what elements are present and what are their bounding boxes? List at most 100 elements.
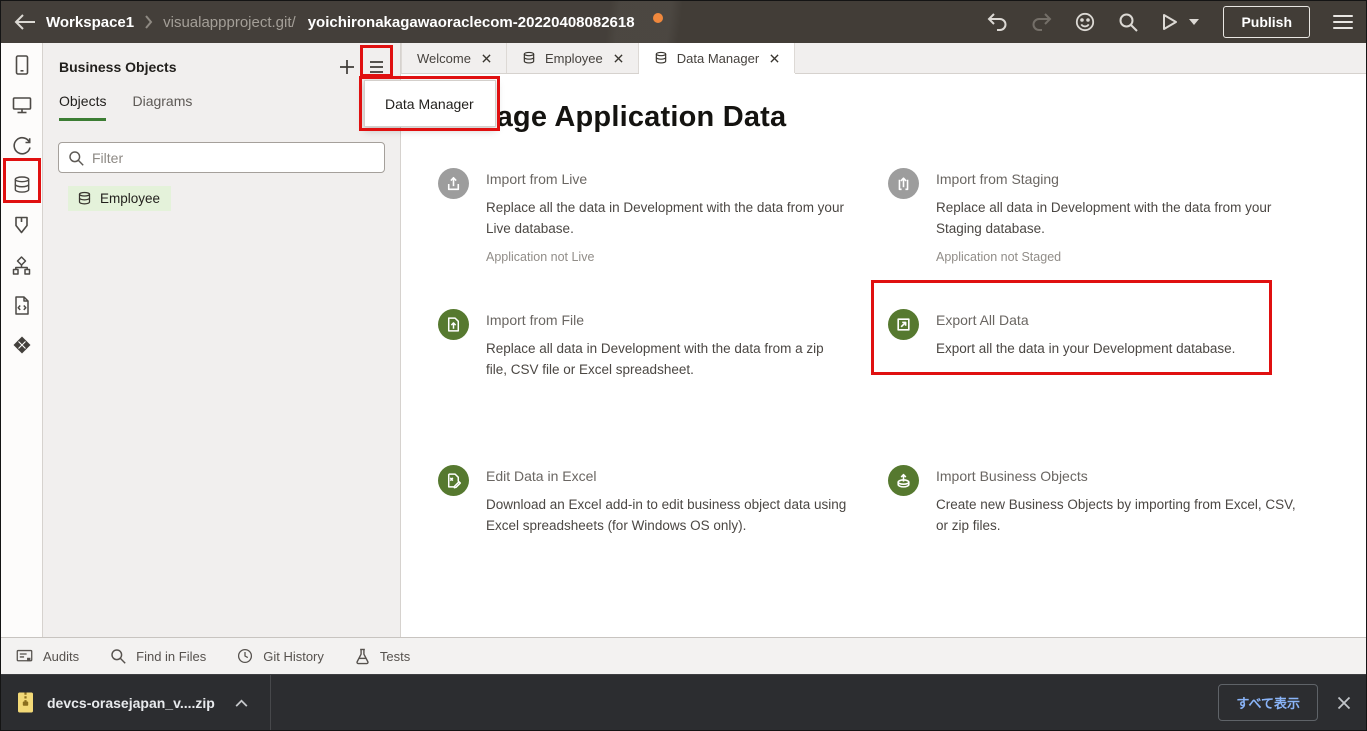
toolbar-label: Find in Files (136, 649, 206, 664)
tests-button[interactable]: Tests (355, 648, 410, 665)
run-caret-down-icon[interactable] (1188, 18, 1200, 26)
filter-input[interactable] (92, 150, 375, 166)
tile-import-from-live[interactable]: Import from Live Replace all the data in… (438, 168, 868, 264)
tab-label: Welcome (417, 51, 471, 66)
run-play-icon[interactable] (1161, 13, 1179, 31)
object-item-employee[interactable]: Employee (68, 186, 171, 211)
feedback-smiley-icon[interactable] (1075, 12, 1095, 32)
run-controls (1161, 13, 1200, 31)
tile-title[interactable]: Edit Data in Excel (486, 468, 848, 484)
audits-button[interactable]: Audits (16, 649, 79, 664)
bottom-toolbar: Audits Find in Files Git History Tests (1, 637, 1366, 674)
header-menu-icon[interactable] (1333, 15, 1353, 29)
navigation-rail (1, 43, 43, 637)
branch-name[interactable]: yoichironakagawaoraclecom-20220408082618 (308, 14, 635, 31)
tab-data-manager[interactable]: Data Manager (639, 43, 795, 73)
chevron-right-icon (144, 15, 153, 29)
close-shelf-icon[interactable] (1337, 696, 1351, 710)
close-icon[interactable] (482, 54, 491, 63)
source-icon[interactable] (1, 285, 42, 325)
shelf-divider (270, 675, 271, 731)
tab-objects[interactable]: Objects (59, 93, 106, 121)
breadcrumb: Workspace1 visualappproject.git/ yoichir… (14, 13, 663, 31)
object-item-label: Employee (100, 191, 160, 206)
git-history-button[interactable]: Git History (237, 648, 324, 664)
import-business-objects-icon (888, 465, 919, 496)
tile-title[interactable]: Import from Staging (936, 171, 1298, 187)
close-icon[interactable] (614, 54, 623, 63)
panel-title: Business Objects (59, 59, 177, 75)
document-tabbar: Welcome Employee (401, 43, 1366, 74)
download-item[interactable]: devcs-orasejapan_v....zip (16, 691, 248, 714)
download-shelf: devcs-orasejapan_v....zip すべて表示 (1, 674, 1366, 730)
app-window: Workspace1 visualappproject.git/ yoichir… (0, 0, 1367, 731)
tile-export-all-data[interactable]: Export All Data Export all the data in y… (888, 309, 1318, 370)
flask-icon (355, 648, 370, 665)
chevron-up-icon[interactable] (235, 699, 248, 707)
header-bar: Workspace1 visualappproject.git/ yoichir… (1, 1, 1366, 43)
data-manager-page: Manage Application Data Import from Live… (401, 74, 1366, 637)
filter-field[interactable] (58, 142, 385, 173)
tile-description: Export all the data in your Development … (936, 338, 1235, 359)
tile-description: Download an Excel add-in to edit busines… (486, 494, 848, 536)
download-filename[interactable]: devcs-orasejapan_v....zip (47, 695, 215, 711)
tab-welcome[interactable]: Welcome (401, 43, 507, 73)
tile-status: Application not Staged (936, 250, 1298, 264)
import-from-live-icon (438, 168, 469, 199)
git-icon[interactable] (1, 325, 42, 365)
tile-import-business-objects[interactable]: Import Business Objects Create new Busin… (888, 465, 1318, 547)
show-all-downloads-button[interactable]: すべて表示 (1218, 684, 1318, 721)
tab-label: Data Manager (677, 51, 759, 66)
toolbar-label: Git History (263, 649, 324, 664)
components-icon[interactable] (1, 205, 42, 245)
publish-button[interactable]: Publish (1223, 6, 1310, 38)
tab-employee[interactable]: Employee (507, 43, 639, 73)
add-business-object-icon[interactable] (338, 58, 356, 76)
tile-title[interactable]: Export All Data (936, 312, 1235, 328)
redo-icon[interactable] (1031, 13, 1052, 31)
tab-label: Employee (545, 51, 603, 66)
tile-import-from-file[interactable]: Import from File Replace all data in Dev… (438, 309, 868, 391)
object-list: Employee (43, 186, 400, 211)
business-objects-icon[interactable] (1, 165, 42, 205)
toolbar-label: Tests (380, 649, 410, 664)
clock-icon (237, 648, 253, 664)
tile-edit-data-in-excel[interactable]: Edit Data in Excel Download an Excel add… (438, 465, 868, 547)
tile-description: Create new Business Objects by importing… (936, 494, 1298, 536)
mobile-apps-icon[interactable] (1, 45, 42, 85)
undo-icon[interactable] (987, 13, 1008, 31)
tile-title[interactable]: Import from Live (486, 171, 848, 187)
workspace-name[interactable]: Workspace1 (46, 14, 134, 31)
close-icon[interactable] (770, 54, 779, 63)
tile-title[interactable]: Import Business Objects (936, 468, 1298, 484)
business-objects-panel: Business Objects Objects Diagrams (43, 43, 401, 637)
web-apps-icon[interactable] (1, 85, 42, 125)
status-dot (653, 13, 663, 23)
search-icon (110, 648, 126, 664)
search-icon[interactable] (1118, 12, 1138, 32)
export-all-data-icon (888, 309, 919, 340)
tile-description: Replace all the data in Development with… (486, 197, 848, 239)
import-from-file-icon (438, 309, 469, 340)
tab-diagrams[interactable]: Diagrams (132, 93, 192, 121)
search-icon (68, 150, 84, 166)
zip-file-icon (16, 691, 35, 714)
panel-menu-icon[interactable] (368, 60, 385, 74)
repo-name[interactable]: visualappproject.git/ (163, 14, 296, 31)
service-connections-icon[interactable] (1, 125, 42, 165)
menu-item-data-manager[interactable]: Data Manager (365, 96, 495, 112)
back-arrow-icon[interactable] (14, 13, 36, 31)
tile-description: Replace all data in Development with the… (936, 197, 1298, 239)
processes-icon[interactable] (1, 245, 42, 285)
audits-icon (16, 649, 33, 664)
tile-import-from-staging[interactable]: Import from Staging Replace all data in … (888, 168, 1318, 264)
workbench: Business Objects Objects Diagrams (1, 43, 1366, 637)
editor-area: Welcome Employee (401, 43, 1366, 637)
find-in-files-button[interactable]: Find in Files (110, 648, 206, 664)
tile-description: Replace all data in Development with the… (486, 338, 848, 380)
tile-title[interactable]: Import from File (486, 312, 848, 328)
header-actions: Publish (987, 6, 1353, 38)
panel-tabs: Objects Diagrams (43, 93, 400, 121)
tile-status: Application not Live (486, 250, 848, 264)
database-icon (654, 51, 668, 65)
